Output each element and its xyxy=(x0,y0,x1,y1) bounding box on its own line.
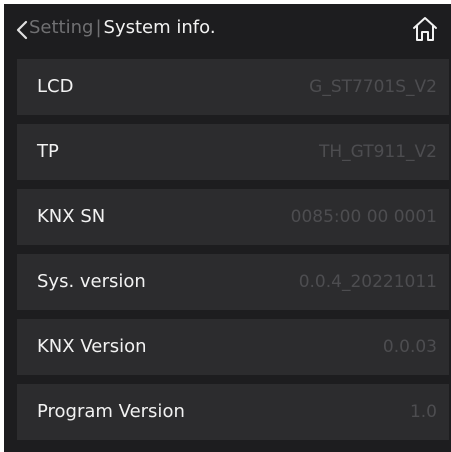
header-bar: Setting | System info. xyxy=(4,4,451,54)
info-row-label: KNX SN xyxy=(37,206,106,227)
info-row-sys-version: Sys. version 0.0.4_20221011 xyxy=(17,254,449,310)
info-row-value: 0.0.03 xyxy=(382,337,437,357)
info-row-value: G_ST7701S_V2 xyxy=(309,77,437,97)
info-row-knx-version: KNX Version 0.0.03 xyxy=(17,319,449,375)
breadcrumb: Setting | System info. xyxy=(29,17,216,39)
info-row-tp: TP TH_GT911_V2 xyxy=(17,124,449,180)
info-row-label: Program Version xyxy=(37,401,185,422)
back-to-setting-link[interactable]: Setting xyxy=(29,17,93,38)
info-list: LCD G_ST7701S_V2 TP TH_GT911_V2 KNX SN 0… xyxy=(17,59,449,449)
info-row-label: TP xyxy=(37,141,59,162)
info-row-label: LCD xyxy=(37,76,74,97)
info-row-value: 0.0.4_20221011 xyxy=(298,272,437,292)
info-row-knx-sn: KNX SN 0085:00 00 0001 xyxy=(17,189,449,245)
info-row-lcd: LCD G_ST7701S_V2 xyxy=(17,59,449,115)
system-info-screen: Setting | System info. LCD G_ST7701S_V2 TP… xyxy=(4,4,451,452)
page-title: System info. xyxy=(103,17,216,38)
breadcrumb-separator: | xyxy=(95,17,102,38)
info-row-label: Sys. version xyxy=(37,271,146,292)
info-row-value: 0085:00 00 0001 xyxy=(290,207,437,227)
info-row-value: TH_GT911_V2 xyxy=(318,142,437,162)
info-row-value: 1.0 xyxy=(409,402,437,422)
info-row-label: KNX Version xyxy=(37,336,147,357)
home-icon[interactable] xyxy=(411,15,439,43)
info-row-program-version: Program Version 1.0 xyxy=(17,384,449,440)
